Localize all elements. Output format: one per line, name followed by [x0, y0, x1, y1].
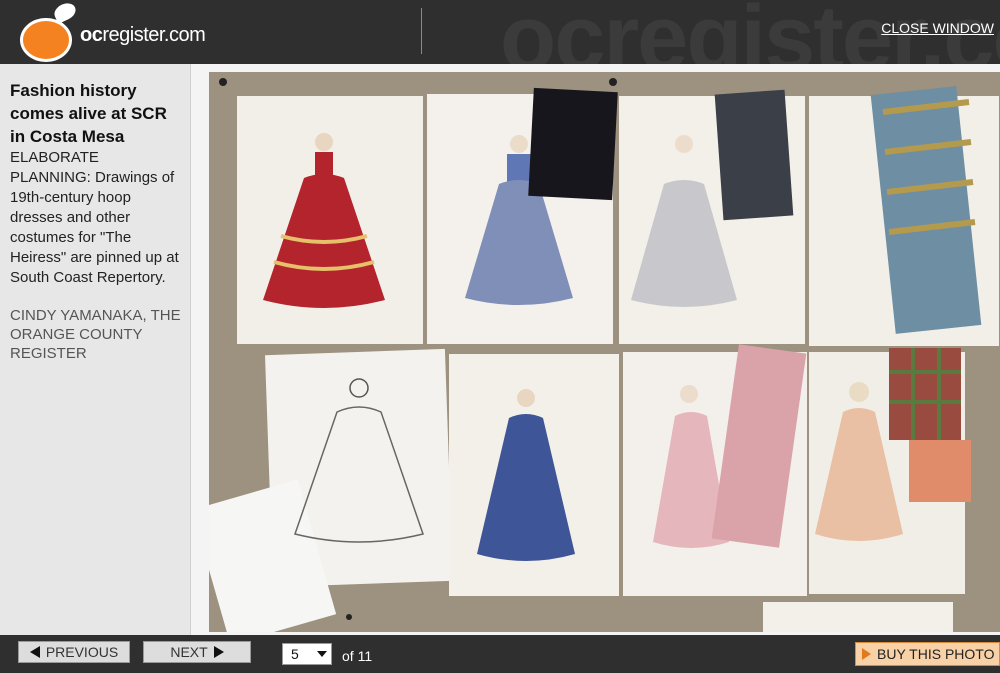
next-label: NEXT — [170, 644, 208, 660]
caption-panel: Fashion history comes alive at SCR in Co… — [0, 64, 191, 635]
costume-sketches-image — [191, 72, 1000, 645]
photo-caption: ELABORATE PLANNING: Drawings of 19th-cen… — [10, 149, 179, 286]
headline: Fashion history comes alive at SCR in Co… — [10, 81, 167, 146]
chevron-down-icon — [317, 651, 327, 657]
logo-text: ocregister.com — [80, 24, 206, 46]
page-count: of 11 — [342, 648, 373, 664]
play-arrow-icon — [862, 648, 871, 660]
orange-logo-icon — [20, 18, 72, 62]
bottom-nav: PREVIOUS NEXT 5 of 11 BUY THIS PHOTO — [0, 635, 1000, 673]
previous-label: PREVIOUS — [45, 644, 119, 660]
photo-credit: CINDY YAMANAKA, THE ORANGE COUNTY REGIST… — [10, 307, 181, 362]
next-button[interactable]: NEXT — [143, 641, 251, 663]
header-divider — [421, 8, 422, 54]
gallery-photo[interactable] — [191, 72, 1000, 645]
page-select-value: 5 — [291, 646, 299, 662]
arrow-right-icon — [213, 646, 224, 658]
photo-area — [191, 64, 1000, 645]
previous-button[interactable]: PREVIOUS — [18, 641, 130, 663]
buy-photo-label: BUY THIS PHOTO — [877, 646, 995, 662]
page-select[interactable]: 5 — [282, 643, 332, 665]
buy-photo-button[interactable]: BUY THIS PHOTO — [855, 642, 1000, 666]
header-bar: ocregister.com ocregister.com CLOSE WIND… — [0, 0, 1000, 64]
arrow-left-icon — [29, 646, 40, 658]
close-window-link[interactable]: CLOSE WINDOW — [881, 20, 994, 36]
site-logo[interactable]: ocregister.com — [18, 0, 238, 62]
